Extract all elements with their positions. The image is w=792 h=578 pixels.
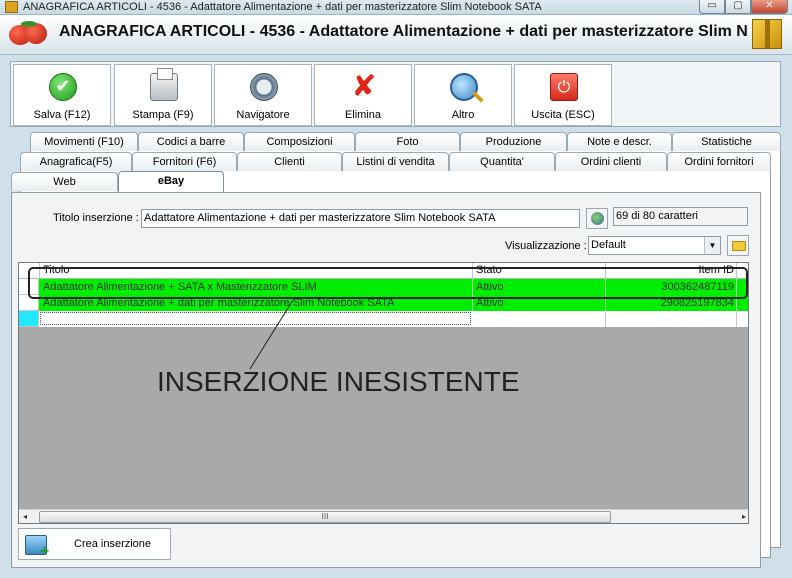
toolbar: ✔ Salva (F12) Stampa (F9) Navigatore ✘ E… [10, 61, 781, 127]
view-select[interactable]: Default ▼ [588, 236, 721, 255]
tab-ebay[interactable]: eBay [118, 171, 224, 192]
tab-composizioni[interactable]: Composizioni [244, 132, 355, 151]
cell-item-id-empty[interactable] [606, 311, 737, 327]
more-button-label: Altro [451, 109, 475, 121]
page-title: ANAGRAFICA ARTICOLI - 4536 - Adattatore … [59, 23, 748, 40]
folder-icon [732, 241, 746, 251]
tab-produzione[interactable]: Produzione [460, 132, 567, 151]
more-button[interactable]: Altro [414, 64, 512, 126]
print-button[interactable]: Stampa (F9) [114, 64, 212, 126]
minimize-button[interactable]: ▭ [699, 0, 725, 14]
tab-movimenti[interactable]: Movimenti (F10) [30, 132, 138, 151]
power-icon: ⏻ [550, 73, 578, 101]
tab-listini-di-vendita[interactable]: Listini di vendita [342, 152, 449, 171]
tab-web[interactable]: Web [11, 172, 118, 191]
annotation-text: INSERZIONE INESISTENTE [157, 366, 520, 397]
app-icon [5, 1, 18, 13]
tab-quantita[interactable]: Quantita' [449, 152, 555, 171]
save-button[interactable]: ✔ Salva (F12) [13, 64, 111, 126]
tab-codici-a-barre[interactable]: Codici a barre [138, 132, 244, 151]
save-button-label: Salva (F12) [33, 109, 91, 121]
delete-button-label: Elimina [344, 109, 382, 121]
listing-title-input[interactable]: Adattatore Alimentazione + dati per mast… [141, 209, 580, 228]
package-icon [752, 19, 782, 49]
form-header: ANAGRAFICA ARTICOLI - 4536 - Adattatore … [0, 15, 792, 55]
tab-clienti[interactable]: Clienti [237, 152, 342, 171]
tab-anagrafica[interactable]: Anagrafica(F5) [20, 152, 132, 171]
tab-fornitori[interactable]: Fornitori (F6) [132, 152, 237, 171]
tab-ordini-clienti[interactable]: Ordini clienti [555, 152, 667, 171]
tab-statistiche[interactable]: Statistiche [672, 132, 781, 151]
chevron-down-icon[interactable]: ▼ [704, 237, 720, 254]
new-row[interactable] [19, 311, 748, 327]
folder-button[interactable] [727, 235, 749, 256]
title-label: Titolo inserzione : [53, 212, 139, 224]
view-label: Visualizzazione : [505, 240, 587, 252]
globe-button[interactable] [586, 208, 608, 229]
window-title-bar: ANAGRAFICA ARTICOLI - 4536 - Adattatore … [0, 0, 792, 15]
tab-ordini-fornitori[interactable]: Ordini fornitori [667, 152, 771, 171]
print-button-label: Stampa (F9) [132, 109, 194, 121]
navigator-button[interactable]: Navigatore [214, 64, 312, 126]
char-count-field: 69 di 80 caratteri [613, 207, 748, 226]
strawberry-logo-icon [9, 21, 49, 47]
new-row-indicator[interactable] [19, 311, 39, 327]
create-listing-button[interactable]: Crea inserzione [18, 528, 171, 560]
printer-icon [150, 68, 178, 101]
exit-button[interactable]: ⏻ Uscita (ESC) [514, 64, 612, 126]
navigator-button-label: Navigatore [236, 109, 290, 121]
scroll-left-icon[interactable]: ◂ [23, 510, 27, 523]
window-title: ANAGRAFICA ARTICOLI - 4536 - Adattatore … [23, 1, 542, 13]
new-row-editor[interactable] [40, 312, 471, 325]
exit-button-label: Uscita (ESC) [531, 109, 595, 121]
maximize-button[interactable]: ▢ [725, 0, 751, 14]
create-listing-label: Crea inserzione [74, 538, 152, 550]
scroll-thumb[interactable]: III [39, 511, 611, 523]
close-button[interactable]: ✕ [751, 0, 788, 14]
cell-stato-empty[interactable] [473, 311, 606, 327]
compass-icon [250, 73, 278, 101]
annotation-highlight-box [28, 267, 748, 299]
check-icon: ✔ [49, 73, 77, 101]
magnifier-icon [450, 73, 478, 101]
tab-foto[interactable]: Foto [355, 132, 460, 151]
tab-note-descr[interactable]: Note e descr. [567, 132, 672, 151]
view-select-value: Default [591, 239, 626, 251]
add-listing-icon [25, 535, 50, 559]
scroll-right-icon[interactable]: ▸ [742, 510, 746, 523]
delete-x-icon: ✘ [351, 69, 377, 104]
globe-icon [591, 212, 604, 225]
delete-button[interactable]: ✘ Elimina [314, 64, 412, 126]
horizontal-scrollbar[interactable]: ◂ III ▸ [19, 509, 748, 523]
